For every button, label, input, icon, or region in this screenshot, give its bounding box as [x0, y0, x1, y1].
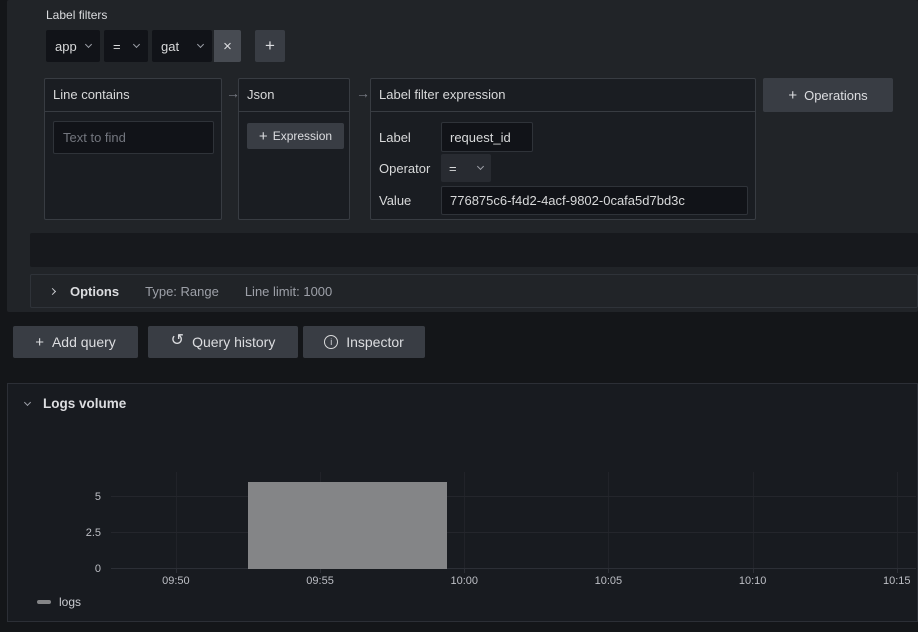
logs-volume-title: Logs volume	[43, 396, 126, 411]
x-tick-label: 09:55	[306, 575, 334, 587]
operation-card-title: Json	[239, 79, 349, 112]
label-name-select[interactable]: app	[46, 30, 100, 62]
add-label-filter-button[interactable]: +	[255, 30, 285, 62]
legend-label: logs	[59, 595, 81, 609]
chevron-right-icon	[49, 287, 56, 294]
explore-page: Label filters app = gat × + Line co	[0, 0, 918, 632]
field-label: Operator	[379, 161, 441, 176]
close-icon: ×	[223, 38, 232, 55]
chevron-down-icon	[197, 41, 204, 48]
chevron-down-icon	[477, 163, 484, 170]
query-editor: Label filters app = gat × + Line co	[7, 0, 918, 312]
operation-card-title: Label filter expression	[371, 79, 755, 112]
logs-volume-panel: Logs volume 02.55 09:5009:5510:0010:0510…	[7, 383, 918, 622]
plus-icon: +	[35, 335, 44, 350]
legend-swatch	[37, 600, 51, 604]
y-tick-label: 5	[8, 490, 101, 504]
x-tick-mark	[464, 569, 465, 573]
add-query-label: Add query	[52, 334, 116, 350]
label-value-value: gat	[161, 39, 179, 54]
add-expression-button[interactable]: + Expression	[247, 123, 344, 149]
operation-card-line-contains: Line contains	[44, 78, 222, 220]
line-contains-input[interactable]	[53, 121, 214, 154]
operator-value: =	[449, 161, 457, 176]
logs-volume-header[interactable]: Logs volume	[25, 396, 126, 411]
operator-select[interactable]: =	[441, 154, 491, 182]
label-operator-value: =	[113, 39, 121, 54]
plus-icon: +	[259, 129, 268, 144]
inspector-button[interactable]: i Inspector	[303, 326, 425, 358]
logs-volume-bar	[248, 482, 447, 569]
info-icon: i	[324, 335, 338, 349]
label-field-input[interactable]	[441, 122, 533, 152]
remove-filter-button[interactable]: ×	[214, 30, 241, 62]
label-value-select[interactable]: gat	[152, 30, 212, 62]
gridline-horizontal	[111, 532, 916, 533]
inspector-label: Inspector	[346, 334, 404, 350]
y-tick-label: 2.5	[8, 526, 101, 540]
gridline-vertical	[176, 472, 177, 569]
chevron-down-icon	[24, 398, 31, 405]
x-tick-label: 10:00	[450, 575, 478, 587]
label-filters-row: app = gat × +	[46, 30, 285, 62]
gridline-vertical	[464, 472, 465, 569]
x-tick-mark	[320, 569, 321, 573]
options-type: Type: Range	[145, 284, 219, 299]
plus-icon: +	[265, 36, 275, 56]
y-axis: 02.55	[8, 472, 101, 569]
options-title: Options	[70, 284, 119, 299]
field-row-operator: Operator =	[379, 154, 491, 182]
label-name-value: app	[55, 39, 77, 54]
x-tick-mark	[753, 569, 754, 573]
field-row-label: Label	[379, 122, 533, 152]
operations-button-label: Operations	[804, 88, 868, 103]
plus-icon: +	[788, 88, 797, 103]
options-line-limit: Line limit: 1000	[245, 284, 332, 299]
gridline-vertical	[753, 472, 754, 569]
x-tick-mark	[897, 569, 898, 573]
label-operator-select[interactable]: =	[104, 30, 148, 62]
raw-query-preview: {app="gat"} |= `` | json | request_id = …	[30, 233, 918, 267]
x-axis: 09:50 09:55 10:00 10:05 10:10 10:15	[111, 569, 916, 591]
legend-item-logs[interactable]: logs	[37, 595, 81, 609]
history-icon: ↺	[171, 333, 184, 349]
gridline-vertical	[608, 472, 609, 569]
field-row-value: Value	[379, 186, 748, 215]
gridline-horizontal	[111, 496, 916, 497]
chevron-down-icon	[133, 41, 140, 48]
operation-card-title: Line contains	[45, 79, 221, 112]
chevron-down-icon	[85, 41, 92, 48]
value-field-input[interactable]	[441, 186, 748, 215]
operation-card-json: Json + Expression	[238, 78, 350, 220]
operation-card-label-filter-expression: Label filter expression Label Operator =…	[370, 78, 756, 220]
x-tick-label: 09:50	[162, 575, 190, 587]
add-expression-label: Expression	[273, 129, 332, 143]
y-tick-label: 0	[8, 562, 101, 576]
gridline-vertical	[897, 472, 898, 569]
pipeline-arrow-icon: →	[356, 85, 370, 101]
operations-button[interactable]: + Operations	[763, 78, 893, 112]
plot-area	[111, 472, 916, 569]
x-tick-label: 10:10	[739, 575, 767, 587]
x-tick-mark	[608, 569, 609, 573]
options-collapse-row[interactable]: Options Type: Range Line limit: 1000	[30, 274, 918, 308]
field-label: Label	[379, 130, 441, 145]
field-label: Value	[379, 193, 441, 208]
query-history-button[interactable]: ↺ Query history	[148, 326, 298, 358]
x-tick-label: 10:05	[595, 575, 623, 587]
label-filters-title: Label filters	[46, 8, 107, 22]
query-history-label: Query history	[192, 334, 275, 350]
x-tick-mark	[176, 569, 177, 573]
add-query-button[interactable]: + Add query	[13, 326, 138, 358]
x-tick-label: 10:15	[883, 575, 911, 587]
